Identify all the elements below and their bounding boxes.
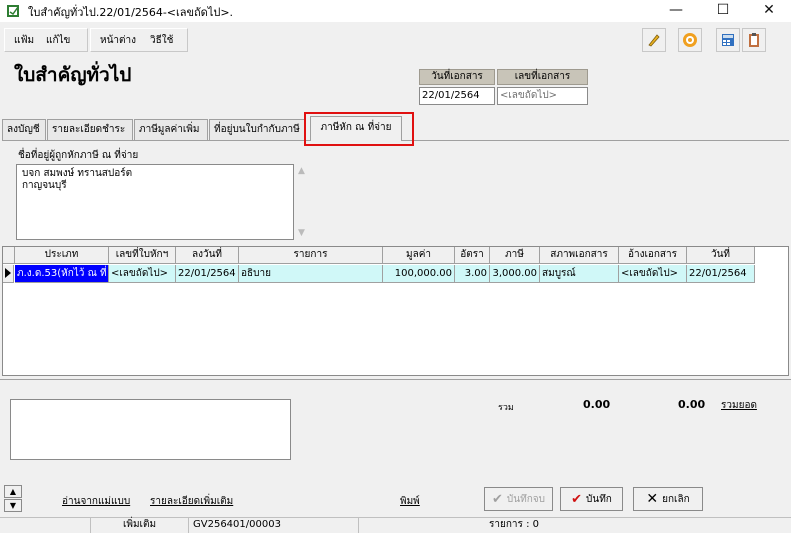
col-date[interactable]: ลงวันที่: [176, 247, 239, 264]
close-button[interactable]: ✕: [746, 0, 791, 22]
pencil-icon[interactable]: [642, 28, 666, 52]
save-button[interactable]: ✔ บันทึก: [560, 487, 623, 511]
tab-payment-details[interactable]: รายละเอียดชำระ: [47, 119, 133, 140]
cell-amount[interactable]: 100,000.00: [383, 265, 455, 283]
row-indicator[interactable]: [3, 265, 14, 283]
spin-down-button[interactable]: ▼: [4, 499, 22, 512]
cancel-label: ยกเลิก: [662, 493, 690, 505]
calculator-icon[interactable]: [716, 28, 740, 52]
target-icon[interactable]: [678, 28, 702, 52]
col-ref-doc[interactable]: อ้างเอกสาร: [619, 247, 687, 264]
maximize-button[interactable]: ☐: [700, 0, 746, 22]
menu-file[interactable]: แฟ้ม: [14, 33, 34, 48]
col-cert-no[interactable]: เลขที่ใบหักฯ: [109, 247, 176, 264]
doc-no-input[interactable]: <เลขถัดไป>: [497, 87, 588, 105]
address-scrollbar[interactable]: ▲ ▼: [296, 164, 310, 240]
section-divider: [0, 379, 791, 380]
menu-edit[interactable]: แก้ไข: [46, 33, 70, 48]
close-icon: ✕: [646, 491, 659, 507]
more-details-link[interactable]: รายละเอียดเพิ่มเติม: [150, 494, 233, 509]
cell-description[interactable]: อธิบาย: [239, 265, 383, 283]
total-value-1: 0.00: [583, 398, 611, 411]
cell-date[interactable]: 22/01/2564: [176, 265, 239, 283]
col-doc-status[interactable]: สภาพเอกสาร: [540, 247, 619, 264]
page-title: ใบสำคัญทั่วไป: [14, 64, 132, 86]
menu-help[interactable]: วิธีใช้: [150, 33, 173, 48]
col-tax[interactable]: ภาษี: [490, 247, 540, 264]
total-label: รวม: [498, 403, 514, 413]
minimize-button[interactable]: —: [653, 0, 699, 22]
check-icon: ✔: [571, 491, 583, 507]
clipboard-icon[interactable]: [742, 28, 766, 52]
cell-tax[interactable]: 3,000.00: [490, 265, 540, 283]
print-link[interactable]: พิมพ์: [400, 494, 420, 509]
app-icon: [7, 5, 19, 17]
status-items: รายการ : 0: [358, 518, 791, 533]
address-line-2: กาญจนบุรี: [22, 180, 67, 191]
col-rate[interactable]: อัตรา: [455, 247, 490, 264]
col-type[interactable]: ประเภท: [15, 247, 109, 264]
grid-corner: [3, 247, 15, 264]
check-icon: ✔: [492, 491, 503, 507]
highlight-box: [304, 112, 414, 146]
cell-ref-date[interactable]: 22/01/2564: [687, 265, 755, 283]
cell-type[interactable]: ภ.ง.ด.53(หักไว้ ณ ที่: [15, 265, 109, 283]
total-value-2: 0.00: [678, 398, 706, 411]
save-close-label: บันทึกจบ: [506, 493, 545, 505]
menu-window[interactable]: หน้าต่าง: [100, 33, 136, 48]
tab-invoice-address[interactable]: ที่อยู่บนใบกำกับภาษี: [209, 119, 305, 140]
address-textarea[interactable]: บจก สมพงษ์ ทรานสปอร์ต กาญจนบุรี: [16, 164, 294, 240]
cell-rate[interactable]: 3.00: [455, 265, 490, 283]
save-label: บันทึก: [586, 493, 612, 505]
tab-vat[interactable]: ภาษีมูลค่าเพิ่ม: [134, 119, 208, 140]
memo-textarea[interactable]: [10, 399, 291, 460]
doc-no-label: เลขที่เอกสาร: [497, 69, 588, 85]
cell-doc-status[interactable]: สมบูรณ์: [540, 265, 619, 283]
doc-date-input[interactable]: 22/01/2564: [419, 87, 495, 105]
cancel-button[interactable]: ✕ ยกเลิก: [633, 487, 703, 511]
address-label: ชื่อที่อยู่ผู้ถูกหักภาษี ณ ที่จ่าย: [18, 150, 139, 161]
sum-total-link[interactable]: รวมยอด: [721, 398, 757, 413]
read-template-link[interactable]: อ่านจากแม่แบบ: [62, 494, 130, 509]
window-title: ใบสำคัญทั่วไป.22/01/2564-<เลขถัดไป>.: [28, 6, 234, 19]
tab-ledger[interactable]: ลงบัญชี: [2, 119, 46, 140]
withholding-grid: ประเภท เลขที่ใบหักฯ ลงวันที่ รายการ มูลค…: [2, 246, 789, 376]
col-amount[interactable]: มูลค่า: [383, 247, 455, 264]
col-ref-date[interactable]: วันที่: [687, 247, 755, 264]
col-description[interactable]: รายการ: [239, 247, 383, 264]
doc-date-label: วันที่เอกสาร: [419, 69, 495, 85]
status-doc-id: GV256401/00003: [188, 518, 358, 533]
status-mode: เพิ่มเติม: [90, 518, 188, 533]
title-bar: ใบสำคัญทั่วไป.22/01/2564-<เลขถัดไป>. — ☐…: [0, 0, 791, 22]
cell-cert-no[interactable]: <เลขถัดไป>: [109, 265, 176, 283]
cell-ref-doc[interactable]: <เลขถัดไป>: [619, 265, 687, 283]
save-close-button[interactable]: ✔ บันทึกจบ: [484, 487, 553, 511]
address-line-1: บจก สมพงษ์ ทรานสปอร์ต: [22, 168, 133, 179]
spin-up-button[interactable]: ▲: [4, 485, 22, 498]
